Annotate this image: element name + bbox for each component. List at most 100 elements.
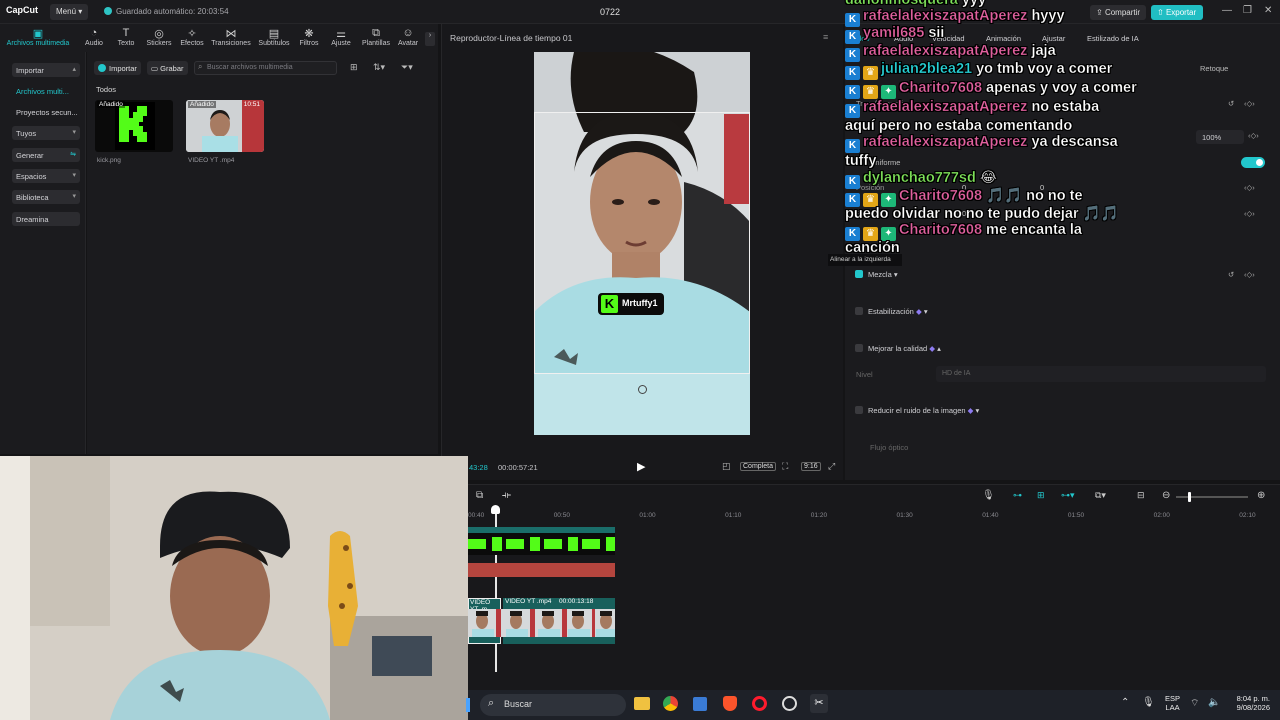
import-button[interactable]: Importar	[94, 61, 141, 75]
video-preview[interactable]: K Mrtuffy1	[534, 52, 750, 435]
tab-audio[interactable]: ◔ Audio	[82, 27, 106, 47]
crop-icon[interactable]: ◰	[722, 461, 731, 472]
chat-text: jaja	[1031, 43, 1056, 59]
chevron-right-icon[interactable]: ›	[425, 32, 435, 46]
fullscreen-icon[interactable]: ⤢	[828, 461, 835, 472]
rotate-handle-icon[interactable]	[638, 385, 647, 394]
language-indicator[interactable]: ESP LAA	[1165, 694, 1180, 712]
record-button[interactable]: ▭ Grabar	[147, 61, 188, 75]
plus-icon	[98, 64, 106, 72]
kick-badge-icon: K	[845, 48, 860, 62]
link-icon[interactable]: ⊶	[1013, 490, 1022, 501]
level-select[interactable]: HD de IA	[936, 366, 1266, 382]
obs-icon[interactable]	[782, 696, 797, 711]
sidebar-item-yours[interactable]: Tuyos ▾	[12, 126, 80, 140]
crown-badge-icon: ♛	[863, 66, 878, 80]
zoom-slider[interactable]	[1176, 492, 1248, 502]
snap-icon[interactable]: ⊶▾	[1061, 490, 1075, 501]
chat-text: 🎵🎵 no no te	[986, 188, 1083, 204]
blend-row[interactable]: Mezcla ▾	[855, 270, 898, 279]
chat-username: rafaelalexiszapatAperez	[863, 99, 1028, 115]
start-icon[interactable]	[466, 698, 470, 712]
zoom-in-icon[interactable]: ⊕	[1257, 490, 1265, 501]
chat-username: Charito7608	[899, 188, 983, 204]
record-label: Grabar	[160, 64, 184, 73]
diamond-icon: ◆	[967, 406, 974, 415]
magnet-icon[interactable]: ⊞	[1037, 490, 1045, 501]
sidebar-item-import[interactable]: Importar ▴	[12, 63, 80, 77]
stabilize-row[interactable]: Estabilización ◆ ▾	[855, 307, 928, 316]
sidebar-item-label: Importar	[16, 66, 44, 75]
media-item-kick[interactable]: Añadido	[95, 100, 173, 152]
chevron-down-icon: ▾	[78, 7, 83, 16]
taskbar-search[interactable]: Buscar	[480, 694, 626, 716]
clock[interactable]: 8:04 p. m. 9/08/2026	[1228, 694, 1270, 712]
reset-icon[interactable]: ↺	[1228, 270, 1234, 279]
chrome-icon[interactable]	[663, 696, 678, 711]
tab-stickers[interactable]: ◎ Stickers	[145, 27, 173, 47]
brave-icon[interactable]	[723, 696, 737, 711]
file-explorer-icon[interactable]	[634, 697, 650, 710]
playhead-handle[interactable]	[491, 505, 500, 514]
tab-transitions[interactable]: ⋈ Transiciones	[210, 27, 252, 47]
preview-axis-icon[interactable]: ⧉▾	[1095, 490, 1106, 501]
add-media-icon[interactable]: ⧉	[476, 490, 483, 501]
avatar-icon: ☺	[402, 27, 414, 39]
store-icon[interactable]	[693, 697, 707, 711]
tab-adjust[interactable]: ⚌ Ajuste	[329, 27, 353, 47]
chat-username: dylanchao777sd	[863, 170, 976, 186]
tab-text[interactable]: T Texto	[114, 27, 138, 47]
microphone-icon[interactable]: 🎙	[982, 490, 995, 501]
enhance-row[interactable]: Mejorar la calidad ◆ ▴	[855, 344, 941, 353]
tab-filters[interactable]: ❋ Filtros	[297, 27, 321, 47]
app-logo: CapCut	[6, 5, 38, 15]
zoom-out-icon[interactable]: ⊖	[1162, 490, 1170, 501]
search-icon: ⌕	[198, 62, 203, 71]
capcut-taskbar-icon[interactable]: ✂	[810, 694, 828, 713]
media-item-video[interactable]: Añadido 10:51	[186, 100, 264, 152]
menu-icon[interactable]: ≡	[823, 32, 828, 42]
sort-icon[interactable]: ⇅▾	[373, 62, 385, 73]
tab-subtitles[interactable]: ▤ Subtítulos	[256, 27, 292, 47]
sidebar-item-library[interactable]: Biblioteca ▾	[12, 190, 80, 204]
media-search-input[interactable]: Buscar archivos multimedia	[194, 61, 337, 75]
chevron-up-icon[interactable]: ⌃	[1121, 697, 1129, 708]
fit-icon[interactable]: ⛶	[782, 461, 788, 472]
chat-username: rafaelalexiszapatAperez	[863, 43, 1028, 59]
microphone-icon[interactable]: 🎙	[1142, 697, 1155, 708]
split-icon[interactable]: ⟛	[502, 490, 511, 501]
ruler-tick-label: 02:10	[1239, 512, 1256, 519]
wifi-icon[interactable]: ⌔	[1190, 697, 1199, 710]
chat-text: aquí pero no estaba comentando	[845, 118, 1073, 134]
keyframe-icon[interactable]: ‹◇›	[1244, 270, 1255, 279]
menu-button[interactable]: Menú ▾	[50, 4, 88, 20]
sidebar-item-spaces[interactable]: Espacios ▾	[12, 169, 80, 183]
kick-badge-icon: K	[845, 85, 860, 99]
sidebar-item-dreamina[interactable]: Dreamina	[12, 212, 80, 226]
video-clip-frames	[468, 609, 615, 637]
opera-icon[interactable]	[752, 696, 767, 711]
sidebar-item-media[interactable]: Archivos multi...	[12, 84, 80, 98]
play-icon[interactable]: ▶	[637, 460, 645, 473]
kick-clip[interactable]	[468, 533, 615, 555]
tab-avatar[interactable]: ☺ Avatar	[396, 27, 420, 47]
sidebar-item-label: Archivos multi...	[16, 87, 69, 96]
ratio-button[interactable]: 9:16	[801, 462, 821, 471]
caption-icon[interactable]: ⊟	[1137, 490, 1145, 501]
tab-effects[interactable]: ✧ Efectos	[179, 27, 205, 47]
kick-badge-icon: K	[845, 227, 860, 241]
tab-media[interactable]: ▣ Archivos multimedia	[6, 27, 70, 47]
tab-templates[interactable]: ⧉ Plantillas	[360, 27, 392, 47]
selection-box[interactable]	[534, 112, 750, 374]
sidebar-item-projects[interactable]: Proyectos secun...	[12, 105, 80, 119]
grid-view-icon[interactable]: ⊞	[350, 62, 358, 73]
full-quality-button[interactable]: Completa	[740, 462, 776, 471]
tab-label: Audio	[85, 40, 103, 47]
denoise-row[interactable]: Reducir el ruido de la imagen ◆ ▾	[855, 406, 979, 415]
sidebar-item-generate[interactable]: Generar ⇋	[12, 148, 80, 162]
media-icon: ▣	[32, 28, 44, 40]
tab-label: Stickers	[146, 40, 172, 47]
audio-clip-red[interactable]	[468, 563, 615, 577]
filter-icon[interactable]: ⏷▾	[401, 62, 413, 73]
volume-icon[interactable]: 🔈	[1208, 697, 1220, 708]
